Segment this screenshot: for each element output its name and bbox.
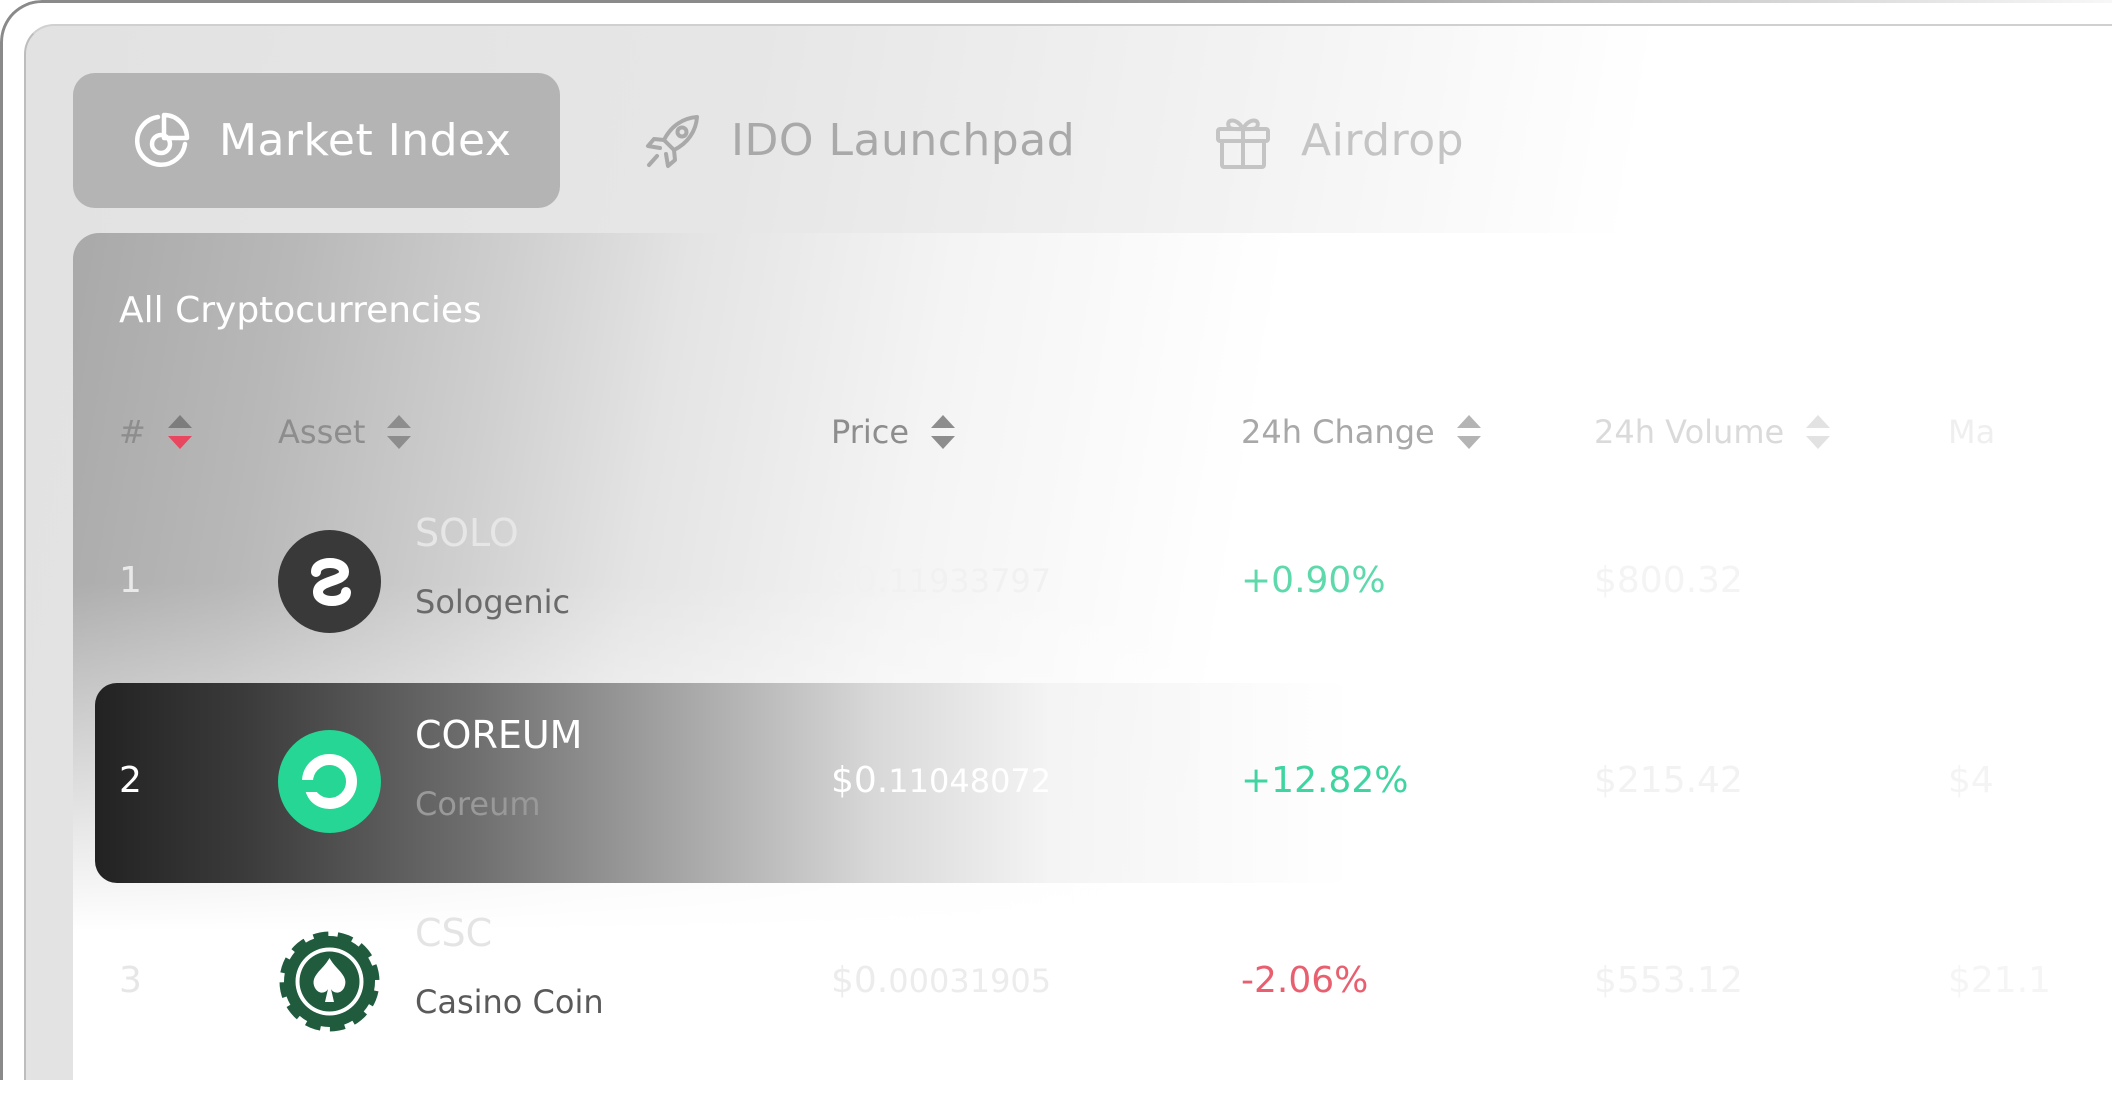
market-cap-cell: $4 — [1948, 760, 1994, 801]
column-header-rank[interactable]: # — [119, 413, 192, 451]
table-row[interactable]: 3 CSC Casino Coin $0.00031905 -2.06% $55… — [73, 883, 2112, 1083]
sologenic-logo — [278, 530, 381, 633]
price-cell: $0.11048072 — [831, 760, 1052, 801]
change-cell: +0.90% — [1241, 560, 1386, 601]
asset-symbol: COREUM — [415, 713, 583, 757]
column-header-24h-change[interactable]: 24h Change — [1241, 413, 1481, 451]
column-header-price[interactable]: Price — [831, 413, 956, 451]
volume-cell: $215.42 — [1594, 760, 1743, 801]
gift-icon — [1213, 111, 1273, 171]
sort-icon — [931, 415, 956, 449]
column-header-market-cap[interactable]: Ma — [1948, 413, 1995, 451]
change-cell: +12.82% — [1241, 760, 1409, 801]
market-cap-cell: $21.1 — [1948, 960, 2052, 1001]
asset-name: Sologenic — [415, 583, 571, 621]
volume-cell: $800.32 — [1594, 560, 1743, 601]
coreum-logo — [278, 730, 381, 833]
volume-cell: $553.12 — [1594, 960, 1743, 1001]
tab-airdrop[interactable]: Airdrop — [1213, 73, 1464, 208]
casino-coin-logo — [275, 927, 384, 1036]
crypto-table: All Cryptocurrencies # Asset Price 24h C… — [73, 233, 2112, 1106]
sort-icon — [1806, 415, 1831, 449]
rank-cell: 2 — [119, 760, 142, 801]
tab-label: Airdrop — [1301, 115, 1465, 166]
pie-chart-icon — [131, 111, 191, 171]
sort-icon — [167, 415, 192, 449]
table-row[interactable]: 2 COREUM Coreum $0.11048072 +12.82% $215… — [73, 683, 2112, 883]
asset-symbol: SOLO — [415, 511, 519, 555]
asset-name: Casino Coin — [415, 983, 604, 1021]
asset-symbol: CSC — [415, 911, 493, 955]
tab-label: IDO Launchpad — [731, 115, 1076, 166]
table-row[interactable]: 1 SOLO Sologenic $0.11933797 +0.90% $800… — [73, 483, 2112, 683]
price-cell: $0.11933797 — [831, 560, 1052, 601]
change-cell: -2.06% — [1241, 960, 1369, 1001]
sort-icon — [387, 415, 412, 449]
column-header-24h-volume[interactable]: 24h Volume — [1594, 413, 1831, 451]
column-header-asset[interactable]: Asset — [278, 413, 412, 451]
rank-cell: 1 — [119, 560, 142, 601]
main-panel: Market Index IDO Launchpad Airdrop All C… — [24, 24, 2112, 1106]
tab-market-index[interactable]: Market Index — [73, 73, 560, 208]
asset-name: Coreum — [415, 785, 541, 823]
tab-ido-launchpad[interactable]: IDO Launchpad — [643, 73, 1075, 208]
tab-label: Market Index — [219, 115, 512, 166]
sort-icon — [1456, 415, 1481, 449]
price-cell: $0.00031905 — [831, 960, 1052, 1001]
rank-cell: 3 — [119, 960, 142, 1001]
rocket-icon — [643, 111, 703, 171]
table-title: All Cryptocurrencies — [119, 290, 482, 331]
